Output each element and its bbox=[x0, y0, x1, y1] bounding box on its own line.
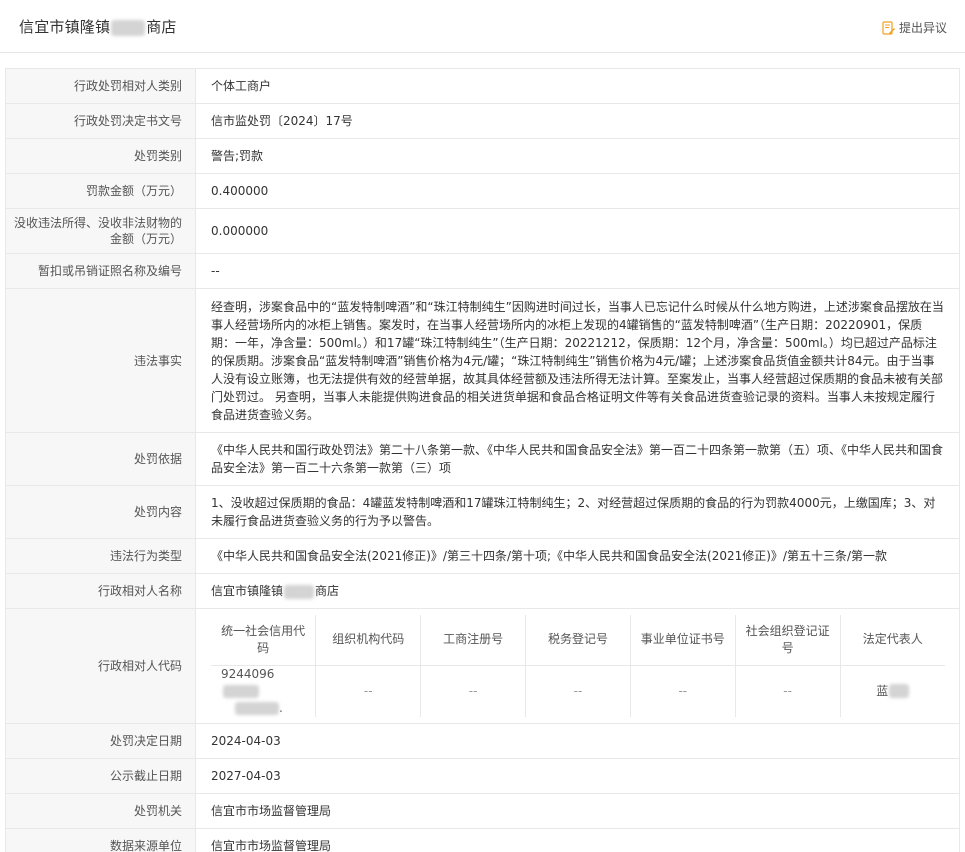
page-title: 信宜市镇隆镇 商店 bbox=[19, 16, 177, 37]
row-label: 处罚依据 bbox=[5, 432, 196, 486]
credit-code-tail: . bbox=[279, 700, 283, 715]
code-header: 社会组织登记证号 bbox=[734, 615, 841, 666]
row-label: 处罚机关 bbox=[5, 792, 196, 829]
row-label: 处罚内容 bbox=[5, 485, 196, 539]
code-header: 税务登记号 bbox=[525, 615, 631, 666]
row-value: 警告;罚款 bbox=[195, 138, 960, 174]
row-label: 违法事实 bbox=[5, 288, 196, 433]
redacted-mask bbox=[889, 684, 910, 698]
table-row: 罚款金额（万元） 0.400000 bbox=[5, 173, 960, 209]
row-label: 行政相对人代码 bbox=[5, 608, 196, 724]
redacted-mask bbox=[111, 19, 146, 36]
table-row: 没收违法所得、没收非法财物的金额（万元） 0.000000 bbox=[5, 208, 960, 254]
raise-objection-button[interactable]: 提出异议 bbox=[882, 19, 947, 36]
table-row: 行政相对人名称 信宜市镇隆镇 商店 bbox=[5, 573, 960, 609]
row-label: 行政处罚相对人类别 bbox=[5, 68, 196, 104]
row-value: 《中华人民共和国行政处罚法》第二十八条第一款、《中华人民共和国食品安全法》第一百… bbox=[195, 432, 960, 486]
credit-code-value: 9244096 . bbox=[211, 664, 317, 717]
title-prefix: 信宜市镇隆镇 bbox=[19, 18, 111, 36]
raise-objection-label: 提出异议 bbox=[898, 21, 947, 35]
table-row: 处罚内容 1、没收超过保质期的食品：4罐蓝发特制啤酒和17罐珠江特制纯生；2、对… bbox=[5, 485, 960, 539]
row-value: 信宜市镇隆镇 商店 bbox=[195, 573, 960, 609]
row-label: 暂扣或吊销证照名称及编号 bbox=[5, 253, 196, 289]
row-label: 行政处罚决定书文号 bbox=[5, 103, 196, 139]
subject-name-prefix: 信宜市镇隆镇 bbox=[211, 584, 284, 598]
table-row: 处罚依据 《中华人民共和国行政处罚法》第二十八条第一款、《中华人民共和国食品安全… bbox=[5, 432, 960, 486]
row-label: 公示截止日期 bbox=[5, 757, 196, 794]
row-value: 个体工商户 bbox=[195, 68, 960, 104]
table-row: 公示截止日期 2027-04-03 bbox=[5, 757, 960, 794]
table-row: 行政处罚决定书文号 信市监处罚〔2024〕17号 bbox=[5, 103, 960, 139]
table-row: 处罚类别 警告;罚款 bbox=[5, 138, 960, 174]
row-label: 数据来源单位 bbox=[5, 827, 196, 852]
row-value: 0.400000 bbox=[195, 173, 960, 209]
social-org-value: -- bbox=[734, 664, 841, 717]
row-label: 处罚类别 bbox=[5, 138, 196, 174]
table-row: 处罚决定日期 2024-04-03 bbox=[5, 722, 960, 759]
legal-rep-name: 蓝 bbox=[876, 683, 889, 698]
edit-document-icon bbox=[882, 20, 895, 35]
redacted-mask bbox=[235, 701, 279, 715]
credit-code-prefix: 9244096 bbox=[221, 666, 275, 681]
row-value: -- bbox=[195, 253, 960, 289]
row-value: 信市监处罚〔2024〕17号 bbox=[195, 103, 960, 139]
legal-rep-value: 蓝 bbox=[839, 664, 945, 717]
redacted-mask bbox=[223, 684, 259, 698]
code-header: 统一社会信用代码 bbox=[211, 615, 317, 666]
code-header: 组织机构代码 bbox=[315, 615, 422, 666]
subject-code-table: 统一社会信用代码 组织机构代码 工商注册号 税务登记号 事业单位证书号 社会组织… bbox=[211, 615, 945, 717]
row-label: 行政相对人名称 bbox=[5, 573, 196, 609]
table-row: 行政相对人代码 统一社会信用代码 组织机构代码 工商注册号 税务登记号 事业单位… bbox=[5, 608, 960, 724]
row-value: 0.000000 bbox=[195, 208, 960, 254]
code-header: 工商注册号 bbox=[420, 615, 527, 666]
row-label: 罚款金额（万元） bbox=[5, 173, 196, 209]
inst-cert-value: -- bbox=[629, 664, 736, 717]
row-value: 信宜市市场监督管理局 bbox=[195, 827, 960, 852]
redacted-mask bbox=[284, 584, 315, 599]
row-label: 没收违法所得、没收非法财物的金额（万元） bbox=[5, 208, 196, 254]
row-value: 信宜市市场监督管理局 bbox=[195, 792, 960, 829]
table-row: 暂扣或吊销证照名称及编号 -- bbox=[5, 253, 960, 289]
org-code-value: -- bbox=[315, 664, 422, 717]
table-row: 违法行为类型 《中华人民共和国食品安全法(2021修正)》/第三十四条/第十项;… bbox=[5, 538, 960, 574]
table-row: 违法事实 经查明，涉案食品中的“蓝发特制啤酒”和“珠江特制纯生”因购进时间过长，… bbox=[5, 288, 960, 433]
row-value: 统一社会信用代码 组织机构代码 工商注册号 税务登记号 事业单位证书号 社会组织… bbox=[195, 608, 960, 724]
row-label: 处罚决定日期 bbox=[5, 722, 196, 759]
row-label: 违法行为类型 bbox=[5, 538, 196, 574]
title-suffix: 商店 bbox=[146, 18, 177, 36]
table-row: 数据来源单位 信宜市市场监督管理局 bbox=[5, 827, 960, 852]
biz-reg-value: -- bbox=[420, 664, 527, 717]
code-header: 事业单位证书号 bbox=[629, 615, 736, 666]
table-row: 行政处罚相对人类别 个体工商户 bbox=[5, 68, 960, 104]
table-row: 处罚机关 信宜市市场监督管理局 bbox=[5, 792, 960, 829]
row-value: 1、没收超过保质期的食品：4罐蓝发特制啤酒和17罐珠江特制纯生；2、对经营超过保… bbox=[195, 485, 960, 539]
tax-reg-value: -- bbox=[525, 664, 631, 717]
row-value: 《中华人民共和国食品安全法(2021修正)》/第三十四条/第十项;《中华人民共和… bbox=[195, 538, 960, 574]
subject-name-suffix: 商店 bbox=[315, 584, 340, 598]
row-value: 2024-04-03 bbox=[195, 722, 960, 759]
row-value: 2027-04-03 bbox=[195, 757, 960, 794]
penalty-info-table: 行政处罚相对人类别 个体工商户 行政处罚决定书文号 信市监处罚〔2024〕17号… bbox=[5, 68, 960, 852]
code-header: 法定代表人 bbox=[839, 615, 945, 666]
row-value: 经查明，涉案食品中的“蓝发特制啤酒”和“珠江特制纯生”因购进时间过长，当事人已忘… bbox=[195, 288, 960, 433]
page-header: 信宜市镇隆镇 商店 提出异议 bbox=[0, 0, 965, 53]
